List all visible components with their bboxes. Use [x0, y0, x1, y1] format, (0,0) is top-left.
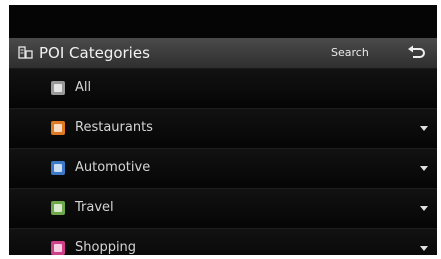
search-button[interactable]: Search	[331, 46, 369, 60]
automotive-icon	[51, 161, 65, 175]
restaurants-icon	[51, 121, 65, 135]
shopping-icon	[51, 241, 65, 255]
chevron-down-icon[interactable]	[420, 206, 428, 211]
back-arrow-icon[interactable]	[407, 45, 427, 61]
category-row-all[interactable]: All	[9, 69, 437, 109]
chevron-down-icon[interactable]	[420, 126, 428, 131]
header-bar: POI Categories Search	[9, 38, 437, 69]
category-row-shopping[interactable]: Shopping	[9, 229, 437, 255]
category-label: Restaurants	[75, 120, 153, 135]
nav-screen: POI Categories Search All Restaurants Auto…	[9, 5, 437, 255]
category-label: Travel	[75, 200, 114, 215]
category-row-restaurants[interactable]: Restaurants	[9, 109, 437, 149]
chevron-down-icon[interactable]	[420, 246, 428, 251]
page-title: POI Categories	[39, 44, 150, 62]
category-label: Automotive	[75, 160, 151, 175]
category-row-travel[interactable]: Travel	[9, 189, 437, 229]
all-icon	[51, 81, 65, 95]
travel-icon	[51, 201, 65, 215]
poi-categories-icon	[18, 46, 33, 59]
chevron-down-icon[interactable]	[420, 166, 428, 171]
category-label: All	[75, 80, 92, 95]
category-row-automotive[interactable]: Automotive	[9, 149, 437, 189]
category-label: Shopping	[75, 240, 137, 255]
